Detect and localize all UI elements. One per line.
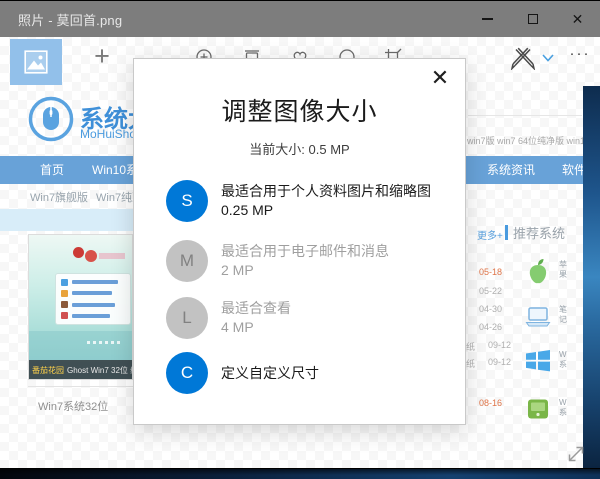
option-medium-badge: M: [166, 240, 208, 282]
edit-create-button[interactable]: [509, 45, 537, 71]
news-date: 05-18: [466, 267, 502, 277]
option-large-size: 4 MP: [221, 318, 291, 337]
installer-menu-panel: [55, 273, 131, 325]
category-label: 笔记: [559, 305, 570, 325]
option-medium-label: 最适合用于电子邮件和消息: [221, 242, 389, 261]
menu-row: [61, 289, 125, 297]
subnav-win7-ultimate: Win7旗舰版: [30, 189, 88, 205]
desktop-wallpaper-strip: [583, 86, 600, 468]
option-letter: M: [180, 251, 194, 271]
desktop-bottom-strip: [0, 468, 600, 479]
nav-news: 系统资讯: [487, 156, 535, 184]
option-letter: S: [181, 191, 192, 211]
option-custom-label: 定义自定义尺寸: [221, 364, 319, 383]
photo-icon: [24, 50, 48, 74]
option-medium[interactable]: M 最适合用于电子邮件和消息 2 MP: [166, 240, 446, 284]
nav-home: 首页: [40, 156, 64, 184]
close-icon: ✕: [572, 12, 584, 26]
dialog-subtitle: 当前大小: 0.5 MP: [134, 139, 465, 158]
minimize-button[interactable]: [465, 1, 510, 37]
flower-decoration: [85, 250, 97, 262]
option-letter: L: [182, 308, 191, 328]
decorative-text-smudge: [99, 253, 125, 259]
resize-image-dialog: ✕ 调整图像大小 当前大小: 0.5 MP S 最适合用于个人资料图片和缩略图 …: [133, 58, 466, 425]
divider: [28, 386, 133, 387]
client-area: 系统大全 MoHuiShou.Com win7版 win7 64位纯净版 win…: [0, 37, 600, 479]
site-logo-mouse-icon: [28, 96, 74, 142]
option-custom[interactable]: C 定义自定义尺寸: [166, 352, 446, 396]
crossed-pencils-icon: [510, 46, 536, 70]
menu-row: [61, 278, 125, 286]
category-label: W系: [559, 398, 570, 418]
menu-row: [61, 312, 125, 320]
add-button[interactable]: +: [88, 43, 116, 71]
search-band: [0, 209, 137, 231]
hot-search-words: win7版 win7 64位纯净版 win10版: [467, 134, 583, 147]
title-bar[interactable]: 照片 - 莫回首.png ✕: [0, 1, 600, 37]
menu-row: [61, 301, 125, 309]
news-date: 04-26: [466, 322, 502, 332]
window-controls: ✕: [465, 1, 600, 37]
laptop-icon: [523, 301, 553, 331]
thumbnail-label: Win7系统32位: [38, 398, 108, 414]
system-disk-icon: [523, 394, 553, 424]
option-small-badge: S: [166, 180, 208, 222]
category-label: W系: [559, 350, 570, 370]
dialog-close-button[interactable]: ✕: [425, 63, 455, 93]
see-more-button[interactable]: ···: [564, 43, 596, 69]
thumbnail-dots: [87, 341, 123, 344]
maximize-button[interactable]: [510, 1, 555, 37]
section-title: 推荐系统: [513, 223, 565, 242]
close-button[interactable]: ✕: [555, 1, 600, 37]
news-title-partial: 纸: [466, 357, 475, 370]
section-header: 推荐系统: [505, 223, 565, 242]
option-large-label: 最适合查看: [221, 299, 291, 318]
news-date: 04-30: [466, 304, 502, 314]
dialog-title: 调整图像大小: [134, 92, 465, 128]
chevron-down-icon[interactable]: [541, 53, 555, 63]
win7-thumbnail-card: 番茄花园 Ghost Win7 32位 纯净版: [28, 234, 133, 380]
option-small[interactable]: S 最适合用于个人资料图片和缩略图 0.25 MP: [166, 180, 446, 224]
more-link: 更多+: [477, 227, 503, 242]
photos-app-window: 照片 - 莫回首.png ✕ 系统大全 MoHuiShou.Com win7版 …: [0, 0, 600, 479]
category-label: 苹果: [559, 260, 570, 280]
news-title-partial: 纸: [466, 340, 475, 353]
apple-icon: [523, 256, 553, 286]
windows-logo-icon: [523, 346, 553, 376]
minimize-icon: [482, 18, 493, 20]
thumbnail-badge: 番茄花园: [32, 365, 64, 376]
flower-decoration: [73, 247, 84, 258]
thumbnail-caption: Ghost Win7 32位 纯净版: [67, 365, 133, 376]
thumbnail-caption-bar: 番茄花园 Ghost Win7 32位 纯净版: [29, 360, 133, 380]
option-custom-badge: C: [166, 352, 208, 394]
resize-diagonal-icon: [564, 442, 588, 466]
thumbnail-band: [29, 331, 133, 360]
news-date: 08-16: [466, 398, 502, 408]
zoom-to-fit-button[interactable]: [564, 442, 592, 470]
option-large-badge: L: [166, 297, 208, 339]
news-date: 09-12: [475, 340, 511, 350]
option-large[interactable]: L 最适合查看 4 MP: [166, 297, 446, 341]
divider: [468, 115, 582, 116]
news-date: 09-12: [475, 357, 511, 367]
section-accent-bar: [505, 225, 508, 240]
option-small-size: 0.25 MP: [221, 201, 431, 220]
window-title: 照片 - 莫回首.png: [18, 10, 122, 29]
maximize-icon: [528, 14, 538, 24]
see-all-photos-button[interactable]: [10, 39, 62, 85]
option-small-label: 最适合用于个人资料图片和缩略图: [221, 182, 431, 201]
option-medium-size: 2 MP: [221, 261, 389, 280]
news-date: 05-22: [466, 286, 502, 296]
option-letter: C: [181, 363, 193, 383]
